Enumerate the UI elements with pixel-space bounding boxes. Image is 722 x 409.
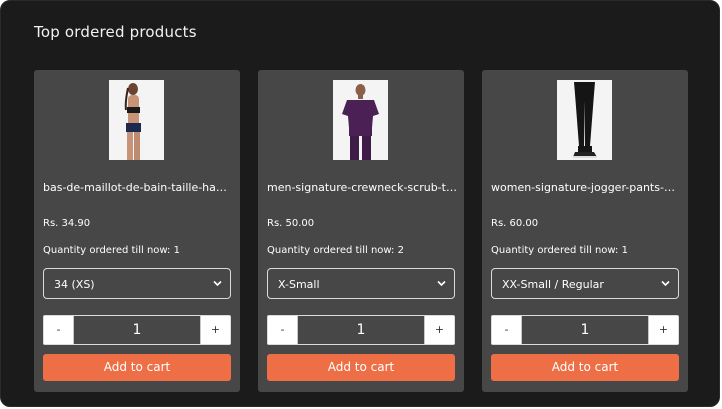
variant-select-value: 34 (XS) [54, 278, 95, 291]
top-ordered-products-panel: Top ordered products bas-de-maillot-de-b… [0, 0, 720, 407]
variant-select[interactable]: X-Small [267, 268, 455, 299]
variant-select[interactable]: XX-Small / Regular [491, 268, 679, 299]
quantity-input[interactable]: 1 [74, 316, 200, 344]
product-price: Rs. 60.00 [491, 218, 539, 229]
variant-select-value: X-Small [278, 278, 320, 291]
product-image[interactable] [333, 80, 388, 160]
quantity-ordered-text: Quantity ordered till now: 1 [43, 245, 180, 256]
increment-button[interactable]: + [648, 316, 678, 344]
product-card: bas-de-maillot-de-bain-taille-ha… Rs. 34… [34, 70, 240, 392]
scrub-top-photo-icon [333, 80, 388, 160]
product-card: women-signature-jogger-pants-… Rs. 60.00… [482, 70, 688, 392]
add-to-cart-button[interactable]: Add to cart [43, 354, 231, 381]
quantity-stepper: - 1 + [43, 315, 231, 345]
increment-button[interactable]: + [200, 316, 230, 344]
product-name[interactable]: bas-de-maillot-de-bain-taille-ha… [43, 181, 233, 194]
product-image[interactable] [557, 80, 612, 160]
product-price: Rs. 34.90 [43, 218, 91, 229]
swimwear-photo-icon [109, 80, 164, 160]
product-image[interactable] [109, 80, 164, 160]
chevron-down-icon [213, 280, 222, 287]
quantity-ordered-text: Quantity ordered till now: 1 [491, 245, 628, 256]
quantity-stepper: - 1 + [491, 315, 679, 345]
product-name[interactable]: men-signature-crewneck-scrub-t… [267, 181, 457, 194]
quantity-stepper: - 1 + [267, 315, 455, 345]
variant-select[interactable]: 34 (XS) [43, 268, 231, 299]
add-to-cart-button[interactable]: Add to cart [491, 354, 679, 381]
quantity-input[interactable]: 1 [522, 316, 648, 344]
product-name[interactable]: women-signature-jogger-pants-… [491, 181, 681, 194]
product-price: Rs. 50.00 [267, 218, 315, 229]
chevron-down-icon [437, 280, 446, 287]
decrement-button[interactable]: - [44, 316, 74, 344]
jogger-pants-photo-icon [557, 80, 612, 160]
increment-button[interactable]: + [424, 316, 454, 344]
decrement-button[interactable]: - [268, 316, 298, 344]
chevron-down-icon [661, 280, 670, 287]
add-to-cart-button[interactable]: Add to cart [267, 354, 455, 381]
quantity-ordered-text: Quantity ordered till now: 2 [267, 245, 404, 256]
variant-select-value: XX-Small / Regular [502, 278, 604, 291]
decrement-button[interactable]: - [492, 316, 522, 344]
product-card: men-signature-crewneck-scrub-t… Rs. 50.0… [258, 70, 464, 392]
section-title: Top ordered products [34, 23, 197, 41]
quantity-input[interactable]: 1 [298, 316, 424, 344]
